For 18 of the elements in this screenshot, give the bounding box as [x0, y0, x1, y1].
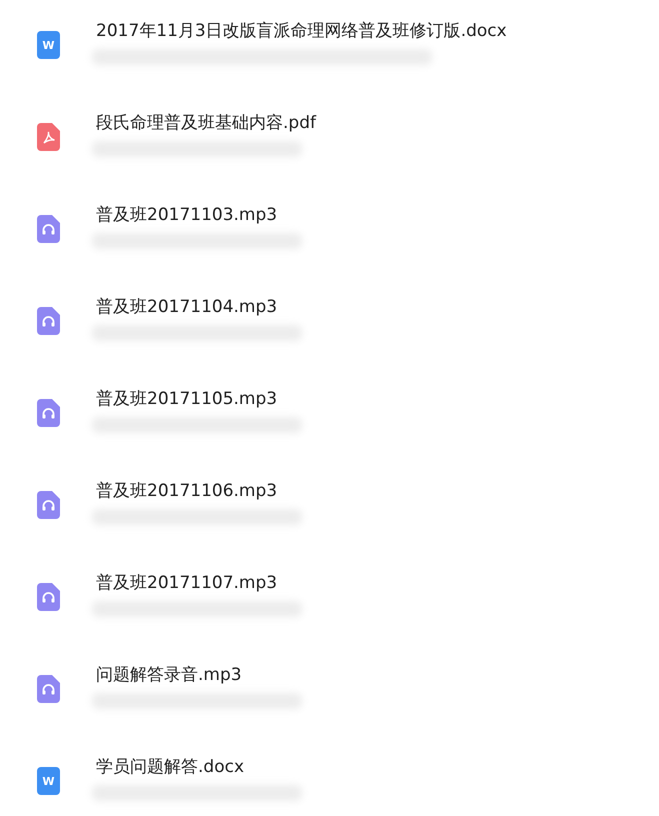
file-name[interactable]: 普及班20171103.mp3: [96, 203, 659, 227]
file-name[interactable]: 问题解答录音.mp3: [96, 663, 659, 687]
audio-file-icon: [37, 583, 60, 611]
word-document-icon: W: [37, 767, 60, 795]
audio-file-icon: [37, 399, 60, 427]
audio-file-icon: [37, 491, 60, 519]
file-name[interactable]: 普及班20171105.mp3: [96, 387, 659, 411]
audio-file-icon: [37, 215, 60, 243]
audio-file-icon: [37, 307, 60, 335]
file-name[interactable]: 2017年11月3日改版盲派命理网络普及班修订版.docx: [96, 19, 659, 43]
file-name[interactable]: 普及班20171104.mp3: [96, 295, 659, 319]
file-name[interactable]: 学员问题解答.docx: [96, 755, 659, 779]
file-name[interactable]: 段氏命理普及班基础内容.pdf: [96, 111, 659, 135]
file-name[interactable]: 普及班20171107.mp3: [96, 571, 659, 595]
pdf-document-icon: [37, 123, 60, 151]
audio-file-icon: [37, 675, 60, 703]
word-document-icon: W: [37, 31, 60, 59]
file-name[interactable]: 普及班20171106.mp3: [96, 479, 659, 503]
